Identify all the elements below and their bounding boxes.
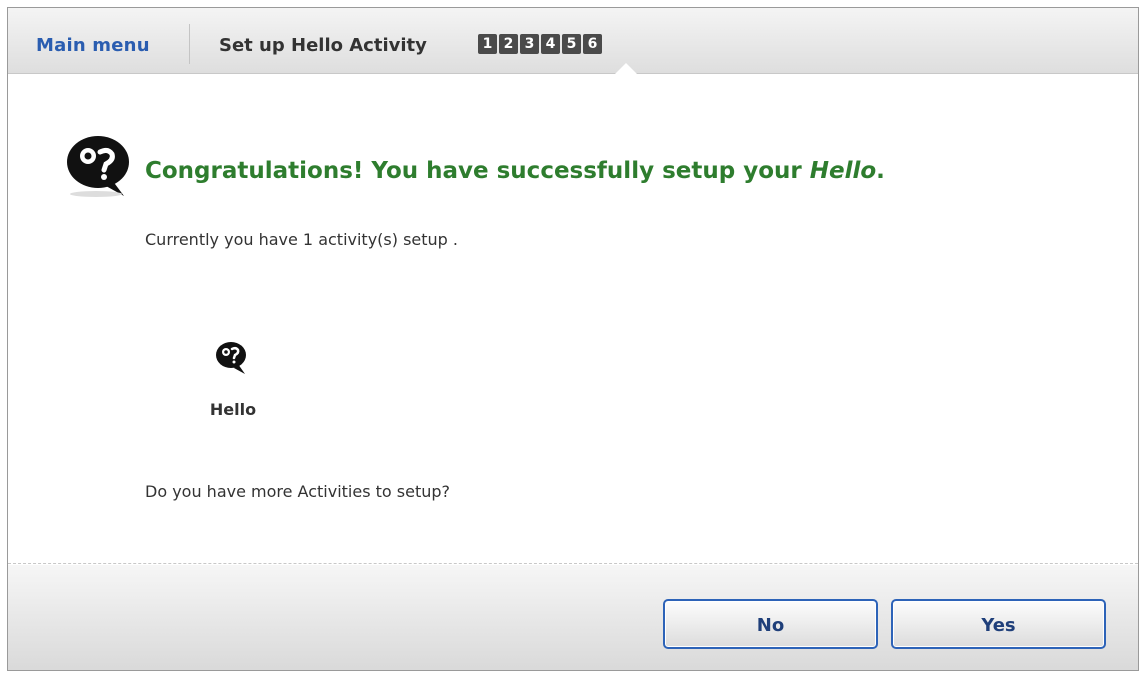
yes-button[interactable]: Yes — [891, 599, 1106, 649]
step-1: 1 — [478, 34, 497, 54]
activity-count-text: Currently you have 1 activity(s) setup . — [145, 230, 458, 249]
header-divider — [189, 24, 190, 64]
success-message-product: Hello — [809, 158, 877, 184]
step-5: 5 — [562, 34, 581, 54]
dialog-header: Main menu Set up Hello Activity 1 2 3 4 … — [8, 8, 1138, 74]
footer-divider — [8, 563, 1138, 564]
setup-dialog: Main menu Set up Hello Activity 1 2 3 4 … — [7, 7, 1139, 671]
step-2: 2 — [499, 34, 518, 54]
step-indicator: 1 2 3 4 5 6 — [478, 34, 602, 54]
success-message-prefix: Congratulations! You have successfully s… — [145, 158, 810, 184]
step-6: 6 — [583, 34, 602, 54]
step-pointer — [615, 63, 637, 74]
activity-label: Hello — [209, 400, 257, 419]
more-activities-question: Do you have more Activities to setup? — [145, 482, 451, 501]
step-4: 4 — [541, 34, 560, 54]
hello-logo-icon — [67, 136, 129, 197]
setup-title: Set up Hello Activity — [219, 35, 427, 56]
success-message: Congratulations! You have successfully s… — [145, 158, 885, 184]
activity-tile-hello[interactable]: Hello — [200, 338, 270, 428]
step-3: 3 — [520, 34, 539, 54]
hello-activity-icon — [216, 342, 246, 374]
success-message-suffix: . — [876, 158, 885, 184]
no-button[interactable]: No — [663, 599, 878, 649]
main-menu-link[interactable]: Main menu — [36, 35, 150, 56]
